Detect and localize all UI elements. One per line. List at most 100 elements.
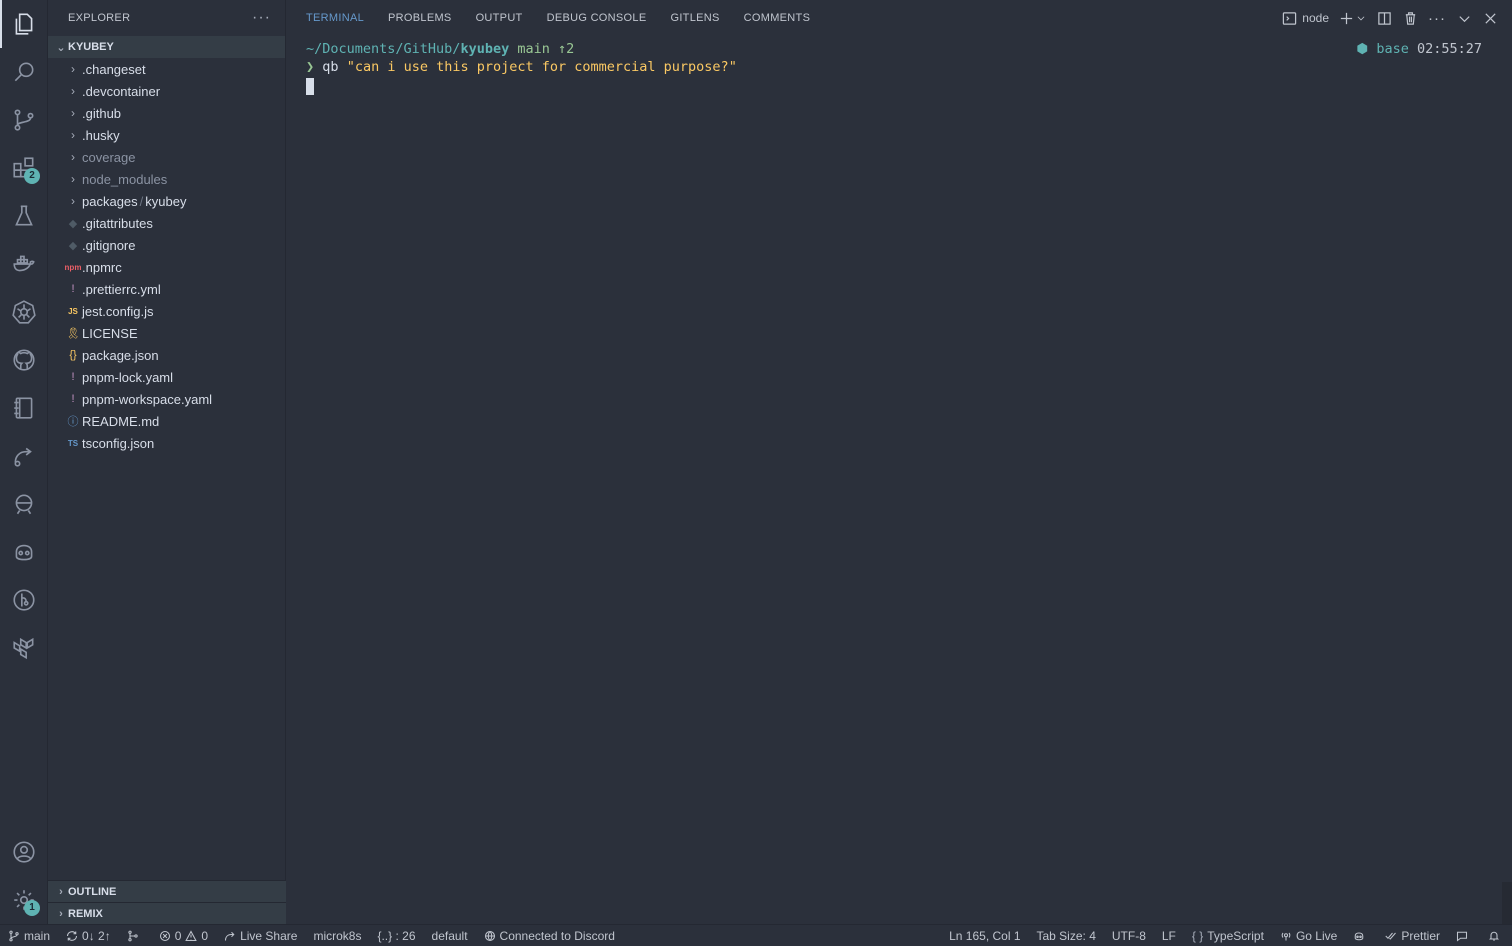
file-item[interactable]: ⓘ README.md bbox=[48, 410, 285, 432]
git-graph-icon[interactable] bbox=[0, 576, 48, 624]
folder-item[interactable]: › coverage bbox=[48, 146, 285, 168]
profile-name: default bbox=[431, 928, 468, 943]
notebook-icon[interactable] bbox=[0, 384, 48, 432]
source-control-icon[interactable] bbox=[0, 96, 48, 144]
terraform-icon[interactable] bbox=[0, 624, 48, 672]
folder-item[interactable]: › .github bbox=[48, 102, 285, 124]
remix-label: REMIX bbox=[68, 907, 103, 920]
prettier-status[interactable]: Prettier bbox=[1377, 925, 1448, 946]
more-actions-icon[interactable]: ··· bbox=[252, 9, 271, 27]
sync-status[interactable]: 0↓ 2↑ bbox=[58, 925, 119, 946]
chevron-right-icon: › bbox=[71, 150, 75, 164]
tab-output[interactable]: OUTPUT bbox=[476, 0, 523, 36]
file-item[interactable]: ! pnpm-lock.yaml bbox=[48, 366, 285, 388]
notifications-status[interactable] bbox=[1480, 925, 1512, 946]
check-all-icon bbox=[1385, 932, 1397, 940]
tree-item-label: .husky bbox=[82, 127, 120, 143]
k8s-context-status[interactable]: microk8s bbox=[305, 925, 369, 946]
collapse-panel-button[interactable] bbox=[1456, 8, 1472, 28]
tab-comments[interactable]: COMMENTS bbox=[744, 0, 811, 36]
file-item[interactable]: ! pnpm-workspace.yaml bbox=[48, 388, 285, 410]
terminal-path: ~/Documents/GitHub/ bbox=[306, 41, 461, 57]
tree-item-label: .github bbox=[82, 105, 122, 121]
split-terminal-button[interactable] bbox=[1376, 8, 1392, 28]
shell-name: node bbox=[1302, 11, 1329, 25]
terminal-cursor bbox=[306, 78, 314, 95]
copilot-status[interactable] bbox=[1345, 925, 1377, 946]
braces-count: {..} : 26 bbox=[377, 928, 416, 943]
git-graph-icon bbox=[128, 930, 138, 941]
folder-item[interactable]: › node_modules bbox=[48, 168, 285, 190]
settings-gear-icon[interactable]: 1 bbox=[0, 876, 48, 924]
workspace-folder-header[interactable]: ⌄ KYUBEY bbox=[48, 36, 285, 58]
file-item[interactable]: ◆ .gitignore bbox=[48, 234, 285, 256]
file-item[interactable]: {} package.json bbox=[48, 344, 285, 366]
workspace-folder-name: KYUBEY bbox=[68, 41, 114, 53]
search-icon[interactable] bbox=[0, 48, 48, 96]
encoding-status[interactable]: UTF-8 bbox=[1104, 925, 1154, 946]
prompt-chevron: ❯ bbox=[306, 59, 315, 75]
file-item[interactable]: npm .npmrc bbox=[48, 256, 285, 278]
more-panel-actions-icon[interactable]: ··· bbox=[1428, 8, 1446, 28]
branch-status[interactable]: main bbox=[0, 925, 58, 946]
problems-status[interactable]: 0 0 bbox=[151, 925, 216, 946]
live-share-status[interactable]: Live Share bbox=[216, 925, 305, 946]
file-item[interactable]: ! .prettierrc.yml bbox=[48, 278, 285, 300]
tree-item-label: .gitignore bbox=[82, 237, 136, 253]
file-item[interactable]: 🎗 LICENSE bbox=[48, 322, 285, 344]
terminal-scrollbar[interactable] bbox=[1502, 882, 1512, 924]
extensions-icon[interactable]: 2 bbox=[0, 144, 48, 192]
discord-label: Connected to Discord bbox=[499, 928, 615, 943]
github-icon[interactable] bbox=[0, 336, 48, 384]
copilot-icon[interactable] bbox=[0, 528, 48, 576]
close-panel-button[interactable] bbox=[1482, 8, 1498, 28]
docker-icon[interactable] bbox=[0, 240, 48, 288]
tree-item-label: pnpm-lock.yaml bbox=[82, 369, 174, 385]
file-item[interactable]: ◆ .gitattributes bbox=[48, 212, 285, 234]
cursor-position: Ln 165, Col 1 bbox=[949, 928, 1021, 943]
discord-status[interactable]: Connected to Discord bbox=[476, 925, 623, 946]
tab-debug-console[interactable]: DEBUG CONSOLE bbox=[547, 0, 647, 36]
cursor-position-status[interactable]: Ln 165, Col 1 bbox=[941, 925, 1028, 946]
trash-icon bbox=[1405, 11, 1415, 25]
file-type-icon: ⓘ bbox=[67, 416, 79, 428]
go-live-status[interactable]: Go Live bbox=[1272, 925, 1345, 946]
accounts-icon[interactable] bbox=[0, 828, 48, 876]
tab-size-status[interactable]: Tab Size: 4 bbox=[1029, 925, 1104, 946]
braces-status[interactable]: {..} : 26 bbox=[369, 925, 423, 946]
kill-terminal-button[interactable] bbox=[1402, 8, 1418, 28]
file-item[interactable]: JS jest.config.js bbox=[48, 300, 285, 322]
profile-status[interactable]: default bbox=[424, 925, 476, 946]
terminal-output[interactable]: ~/Documents/GitHub/kyubey main ↑2 ⬢ base… bbox=[306, 40, 1492, 100]
explorer-header: EXPLORER ··· bbox=[48, 0, 285, 36]
eol-status[interactable]: LF bbox=[1154, 925, 1184, 946]
language-status[interactable]: { } TypeScript bbox=[1184, 925, 1272, 946]
remote-icon[interactable] bbox=[0, 432, 48, 480]
testing-icon[interactable] bbox=[0, 192, 48, 240]
feedback-status[interactable] bbox=[1448, 925, 1480, 946]
globe-icon bbox=[484, 930, 495, 941]
kubernetes-icon[interactable] bbox=[0, 288, 48, 336]
folder-item[interactable]: › packages / kyubey bbox=[48, 190, 285, 212]
git-graph-status[interactable] bbox=[119, 925, 151, 946]
explorer-title: EXPLORER bbox=[68, 12, 131, 24]
activity-bar: 2 1 bbox=[0, 0, 48, 924]
remix-section[interactable]: › REMIX bbox=[48, 902, 286, 924]
outline-section[interactable]: › OUTLINE bbox=[48, 880, 286, 902]
terminal-shell-selector[interactable]: node bbox=[1282, 8, 1329, 28]
plus-icon bbox=[1340, 12, 1353, 24]
gitlens-icon[interactable] bbox=[0, 480, 48, 528]
chevron-right-icon: › bbox=[71, 194, 75, 208]
folder-item[interactable]: › .devcontainer bbox=[48, 80, 285, 102]
tab-gitlens[interactable]: GITLENS bbox=[670, 0, 719, 36]
tab-problems[interactable]: PROBLEMS bbox=[388, 0, 452, 36]
explorer-icon[interactable] bbox=[0, 0, 48, 48]
conda-env: base bbox=[1376, 41, 1409, 57]
folder-item[interactable]: › .changeset bbox=[48, 58, 285, 80]
tree-item-label: .npmrc bbox=[82, 259, 122, 275]
status-bar: main 0↓ 2↑ 0 0 Live Share microk8s {..} … bbox=[0, 924, 1512, 946]
new-terminal-button[interactable] bbox=[1339, 8, 1366, 28]
tab-terminal[interactable]: TERMINAL bbox=[306, 0, 364, 36]
file-item[interactable]: TS tsconfig.json bbox=[48, 432, 285, 454]
folder-item[interactable]: › .husky bbox=[48, 124, 285, 146]
